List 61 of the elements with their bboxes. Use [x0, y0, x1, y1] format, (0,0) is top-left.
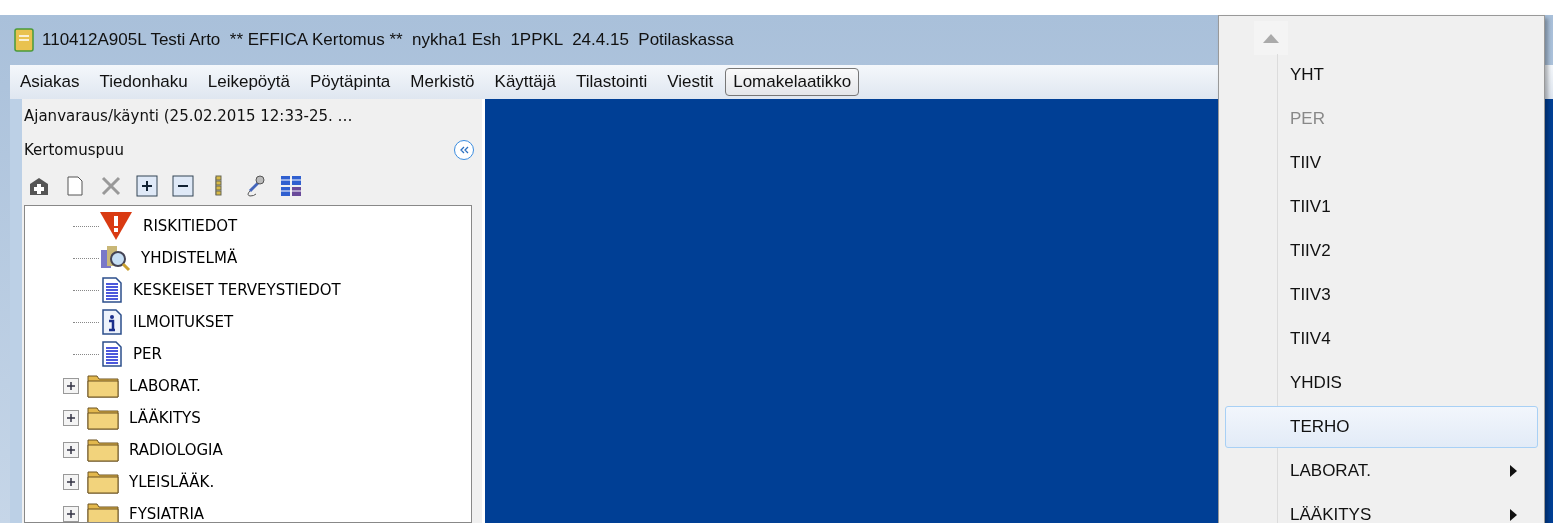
warning-icon [99, 211, 133, 241]
menu-item[interactable]: Merkistö [402, 68, 483, 96]
tree-item[interactable]: LABORAT. [129, 377, 201, 395]
menu-option[interactable]: YHT [1225, 54, 1538, 96]
menu-item[interactable]: Leikepöytä [199, 68, 298, 96]
plus-icon [66, 381, 76, 391]
visit-label: Ajanvaraus/käynti (25.02.2015 12:33-25. … [24, 107, 353, 125]
magnifier-icon [99, 244, 131, 272]
expand-button[interactable] [63, 506, 79, 522]
tree-item[interactable]: YHDISTELMÄ [141, 249, 238, 267]
menu-option[interactable]: LÄÄKITYS [1225, 494, 1538, 523]
menu-option[interactable]: LABORAT. [1225, 450, 1538, 492]
collapse-button[interactable] [454, 140, 474, 160]
up-arrow-icon [1263, 33, 1279, 43]
tree-item[interactable]: RADIOLOGIA [129, 441, 223, 459]
collapse-icon[interactable] [172, 175, 194, 197]
plus-icon [66, 477, 76, 487]
tree-item[interactable]: KESKEISET TERVEYSTIEDOT [133, 281, 341, 299]
window-title: 110412A905L Testi Arto ** EFFICA Kertomus ** nykha1 Esh 1PPKL 24.4.15 Potilaskassa [42, 30, 734, 50]
microphone-icon[interactable] [244, 175, 266, 197]
menu-item[interactable]: Pöytäpinta [302, 68, 399, 96]
plus-icon [66, 413, 76, 423]
double-chevron-icon [459, 146, 469, 154]
new-document-icon[interactable] [64, 175, 86, 197]
panel-title: Kertomuspuu [24, 141, 124, 159]
plus-icon [66, 445, 76, 455]
folder-icon [87, 470, 119, 494]
expand-button[interactable] [63, 442, 79, 458]
tree-item[interactable]: RISKITIEDOT [143, 217, 238, 235]
tree-item[interactable]: LÄÄKITYS [129, 409, 201, 427]
folder-icon [87, 374, 119, 398]
folder-icon [87, 438, 119, 462]
folder-icon [87, 406, 119, 430]
expand-button[interactable] [63, 410, 79, 426]
expand-button[interactable] [63, 474, 79, 490]
menu-item[interactable]: Tiedonhaku [91, 68, 196, 96]
layout-icon[interactable] [280, 175, 302, 197]
expand-button[interactable] [63, 378, 79, 394]
menu-item[interactable]: Käyttäjä [486, 68, 564, 96]
tree-item[interactable]: PER [133, 345, 162, 363]
plus-icon [66, 509, 76, 519]
menu-option[interactable]: TIIV [1225, 142, 1538, 184]
tree-item[interactable]: FYSIATRIA [129, 505, 205, 522]
folder-icon [87, 502, 119, 522]
menu-item[interactable]: Tilastointi [568, 68, 656, 96]
info-icon [99, 308, 123, 336]
menu-option[interactable]: TERHO [1225, 406, 1538, 448]
expand-icon[interactable] [136, 175, 158, 197]
menu-option[interactable]: TIIV2 [1225, 230, 1538, 272]
notebook-icon [14, 28, 34, 52]
menu-option[interactable]: TIIV4 [1225, 318, 1538, 360]
menu-item[interactable]: Asiakas [12, 68, 88, 96]
document-icon [99, 276, 123, 304]
tree-item[interactable]: ILMOITUKSET [133, 313, 234, 331]
menu-option[interactable]: TIIV3 [1225, 274, 1538, 316]
tree-item[interactable]: YLEISLÄÄK. [129, 473, 215, 491]
menu-item[interactable]: Viestit [659, 68, 722, 96]
document-icon [99, 340, 123, 368]
menu-option[interactable]: TIIV1 [1225, 186, 1538, 228]
menu-option[interactable]: YHDIS [1225, 362, 1538, 404]
menu-item[interactable]: Lomakelaatikko [725, 68, 860, 96]
